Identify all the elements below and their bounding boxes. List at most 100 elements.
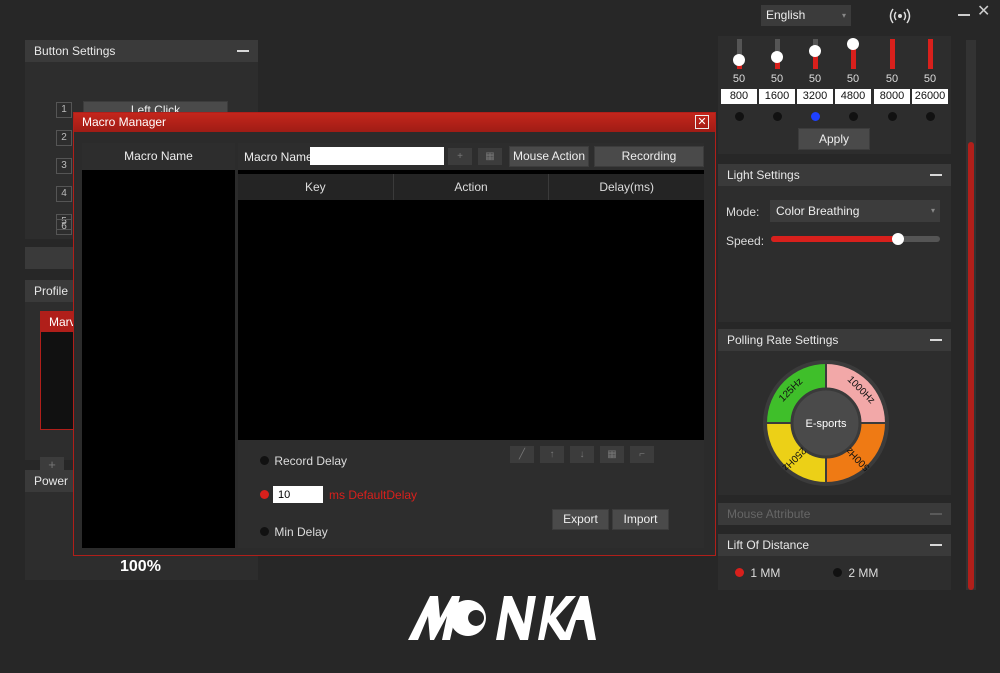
mouse-attribute-title: Mouse Attribute: [727, 507, 811, 521]
collapse-icon[interactable]: [930, 339, 942, 341]
close-button[interactable]: ✕: [977, 4, 993, 20]
light-settings-title: Light Settings: [727, 168, 800, 182]
recording-button[interactable]: Recording: [594, 146, 704, 167]
dpi-value-box[interactable]: 1600: [759, 89, 795, 104]
dpi-value-box[interactable]: 26000: [912, 89, 948, 104]
speed-label: Speed:: [726, 234, 765, 248]
default-delay-label: ms DefaultDelay: [329, 487, 418, 502]
dpi-percent-label: 50: [808, 73, 822, 85]
mode-select[interactable]: Color Breathing ▾: [770, 200, 940, 222]
column-delay: Delay(ms): [599, 180, 655, 194]
dpi-slider-track[interactable]: [890, 39, 895, 69]
dpi-slider-track[interactable]: [928, 39, 933, 69]
lift-distance-header[interactable]: Lift Of Distance: [718, 534, 951, 556]
close-icon[interactable]: ✕: [695, 115, 709, 129]
speed-slider-fill: [771, 236, 898, 242]
plus-icon: +: [457, 151, 463, 162]
lift-2mm-option[interactable]: 2 MM: [833, 566, 878, 580]
dpi-value-box[interactable]: 4800: [835, 89, 871, 104]
mode-label: Mode:: [726, 205, 760, 219]
dpi-level-1[interactable]: 50 800: [719, 36, 759, 126]
light-settings-header[interactable]: Light Settings: [718, 164, 951, 186]
dpi-percent-label: 50: [846, 73, 860, 85]
min-delay-option[interactable]: Min Delay: [260, 525, 328, 539]
macro-list[interactable]: Macro Name: [82, 143, 235, 548]
lift-2mm-label: 2 MM: [848, 566, 879, 580]
record-delay-option[interactable]: Record Delay: [260, 454, 347, 468]
polling-rate-dial[interactable]: E-sports 125Hz 1000Hz 500Hz 250Hz: [761, 358, 891, 488]
default-delay-input[interactable]: [273, 486, 323, 503]
button-settings-title: Button Settings: [34, 44, 116, 58]
dpi-percent-label: 50: [732, 73, 746, 85]
collapse-icon[interactable]: [930, 513, 942, 515]
language-select[interactable]: English ▾: [761, 5, 851, 26]
polling-rate-header[interactable]: Polling Rate Settings: [718, 329, 951, 351]
dpi-level-3[interactable]: 50 3200: [795, 36, 835, 126]
macro-manager-titlebar[interactable]: Macro Manager ✕: [74, 113, 715, 132]
dpi-slider-fill: [928, 39, 933, 69]
dpi-slider-fill: [890, 39, 895, 69]
dpi-value-box[interactable]: 8000: [874, 89, 910, 104]
edit-event-button[interactable]: ╱: [510, 446, 534, 463]
apply-button[interactable]: Apply: [798, 128, 870, 150]
dpi-level-6[interactable]: 50 26000: [910, 36, 950, 126]
dpi-percent-label: 50: [770, 73, 784, 85]
export-button[interactable]: Export: [552, 509, 609, 530]
macro-name-input[interactable]: [310, 147, 444, 165]
macro-manager-title: Macro Manager: [82, 115, 167, 129]
dpi-value-box[interactable]: 3200: [797, 89, 833, 104]
minimize-button[interactable]: [958, 8, 970, 20]
dpi-slider-handle[interactable]: [733, 54, 745, 66]
collapse-icon[interactable]: [930, 544, 942, 546]
pencil-icon: ╱: [518, 449, 526, 460]
dpi-level-5[interactable]: 50 8000: [872, 36, 912, 126]
dpi-slider-handle[interactable]: [771, 51, 783, 63]
dpi-value-box[interactable]: 800: [721, 89, 757, 104]
radio-selected-icon: [260, 490, 269, 499]
clear-events-button[interactable]: ⌐: [630, 446, 654, 463]
min-delay-label: Min Delay: [274, 525, 328, 539]
radio-icon: [260, 456, 269, 465]
lift-distance-title: Lift Of Distance: [727, 538, 810, 552]
dpi-indicator-icon: [926, 112, 935, 121]
broom-icon: ⌐: [639, 449, 645, 460]
lift-1mm-option[interactable]: 1 MM: [735, 566, 780, 580]
dpi-slider-handle[interactable]: [809, 45, 821, 57]
default-delay-option[interactable]: ms DefaultDelay: [260, 486, 417, 503]
move-down-button[interactable]: ↓: [570, 446, 594, 463]
profile-item-label: Marv: [49, 315, 76, 329]
dpi-indicator-icon: [849, 112, 858, 121]
reset-bar[interactable]: [25, 247, 75, 269]
monka-logo: [400, 590, 600, 646]
button-number: 1: [56, 102, 72, 118]
button-settings-header[interactable]: Button Settings: [25, 40, 258, 62]
speed-slider[interactable]: [771, 233, 940, 245]
record-delay-label: Record Delay: [274, 454, 348, 468]
dpi-panel: 50 800 50 1600 50 3200 50 4800 50 8000 50 26000 App…: [718, 36, 951, 154]
radio-icon: [833, 568, 842, 577]
import-button[interactable]: Import: [612, 509, 669, 530]
lift-1mm-label: 1 MM: [750, 566, 781, 580]
speed-slider-handle[interactable]: [891, 233, 904, 245]
macro-event-table[interactable]: [238, 200, 704, 440]
mouse-attribute-header[interactable]: Mouse Attribute: [718, 503, 951, 525]
lift-distance-panel: Lift Of Distance 1 MM 2 MM: [718, 534, 951, 590]
scrollbar-thumb[interactable]: [968, 142, 974, 590]
mouse-action-button[interactable]: Mouse Action: [509, 146, 589, 167]
dpi-percent-label: 50: [885, 73, 899, 85]
delete-macro-button[interactable]: ▦: [478, 148, 502, 165]
chevron-down-icon: ▾: [930, 206, 935, 215]
power-title: Power: [34, 474, 69, 488]
add-macro-button[interactable]: +: [448, 148, 472, 165]
move-up-button[interactable]: ↑: [540, 446, 564, 463]
dpi-slider-handle[interactable]: [847, 38, 859, 50]
collapse-icon[interactable]: [237, 50, 249, 52]
collapse-icon[interactable]: [930, 174, 942, 176]
delete-event-button[interactable]: ▦: [600, 446, 624, 463]
trash-icon: ▦: [485, 151, 495, 162]
wireless-icon: [887, 7, 913, 25]
polling-center-label: E-sports: [806, 418, 847, 430]
dpi-level-4[interactable]: 50 4800: [833, 36, 873, 126]
dpi-indicator-icon: [773, 112, 782, 121]
dpi-level-2[interactable]: 50 1600: [757, 36, 797, 126]
